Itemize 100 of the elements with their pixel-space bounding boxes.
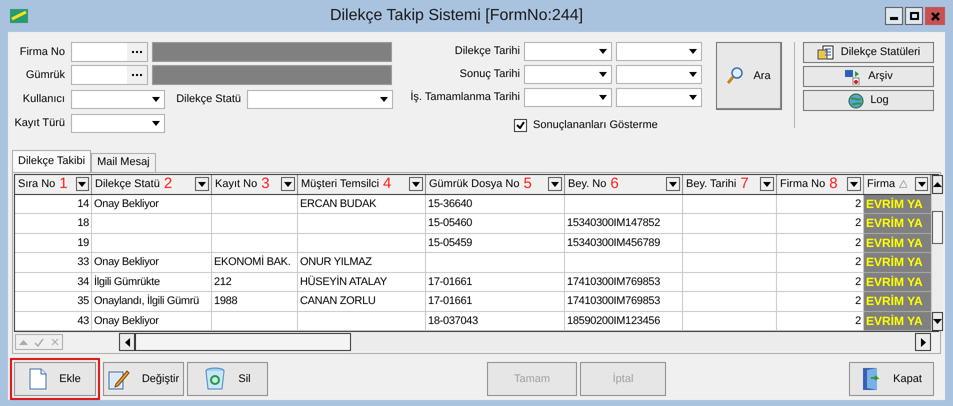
action-button[interactable]: Ekle [14, 362, 96, 396]
table-cell: 17410300IM769853 [565, 292, 683, 312]
toolbar-button[interactable]: Log [803, 90, 934, 111]
scroll-down-button[interactable] [932, 312, 943, 331]
dropdown-field[interactable] [71, 90, 165, 109]
dropdown-arrow-icon[interactable] [689, 49, 697, 54]
column-header[interactable]: Müşteri Temsilci 4 [298, 174, 426, 194]
left-arrow-icon [124, 338, 130, 346]
table-cell: 17-01661 [426, 272, 565, 292]
dropdown-arrow-icon[interactable] [198, 182, 206, 186]
toolbar-button[interactable]: Arşiv [803, 66, 934, 87]
column-header[interactable]: Kayıt No 3 [212, 174, 298, 194]
checkbox-label: Sonuçlananları Gösterme [533, 118, 658, 133]
filter-dropdown-button[interactable] [915, 177, 928, 191]
dropdown-field[interactable] [616, 88, 702, 107]
toolbar-button[interactable]: Dilekçe Statüleri [803, 42, 934, 63]
tab[interactable]: Mail Mesaj [91, 152, 156, 172]
tab[interactable]: Dilekçe Takibi [12, 150, 92, 172]
column-label: Firma [867, 176, 896, 192]
table-cell: 1988 [212, 292, 298, 312]
scroll-thumb[interactable] [932, 210, 943, 244]
column-header[interactable]: Sıra No 1 [15, 174, 92, 194]
checkbox[interactable] [514, 118, 527, 132]
dropdown-arrow-icon[interactable] [284, 182, 292, 186]
dropdown-arrow-icon[interactable] [599, 95, 607, 100]
dropdown-field[interactable] [524, 65, 612, 84]
column-label: Müşteri Temsilci [301, 176, 380, 192]
table-cell: 2 [777, 292, 864, 312]
table-cell: CANAN ZORLU [298, 292, 426, 312]
filter-dropdown-button[interactable] [76, 177, 89, 191]
dropdown-arrow-icon[interactable] [551, 182, 559, 186]
table-cell: 43 [15, 312, 92, 331]
action-button[interactable]: Sil [187, 362, 268, 396]
table-cell: EVRİM YA [864, 234, 931, 253]
annotation-number: 7 [740, 174, 749, 194]
annotation-number: 2 [164, 174, 172, 194]
dropdown-arrow-icon[interactable] [152, 97, 160, 102]
action-button[interactable]: Kapat [849, 362, 934, 396]
lookup-field[interactable] [71, 65, 148, 85]
filter-dropdown-button[interactable] [281, 177, 295, 191]
column-header[interactable]: Gümrük Dosya No 5 [426, 174, 565, 194]
annotation-number: 4 [383, 174, 392, 194]
table-cell: 17410300IM769853 [565, 272, 683, 292]
dropdown-arrow-icon[interactable] [689, 95, 697, 100]
ellipsis-button[interactable] [127, 66, 147, 84]
dropdown-field[interactable] [524, 88, 612, 107]
column-header[interactable]: Firma No 8 [777, 174, 864, 194]
dropdown-field[interactable] [71, 114, 165, 133]
maximize-button[interactable] [905, 7, 923, 25]
search-button[interactable]: Ara [716, 42, 782, 110]
filter-dropdown-button[interactable] [195, 177, 209, 191]
dropdown-arrow-icon[interactable] [689, 72, 697, 77]
table-cell: EVRİM YA [864, 253, 931, 272]
filter-dropdown-button[interactable] [666, 177, 680, 191]
vertical-scrollbar[interactable] [931, 174, 943, 331]
dropdown-arrow-icon[interactable] [599, 72, 607, 77]
minimize-icon [890, 17, 898, 20]
filter-dropdown-button[interactable] [409, 177, 423, 191]
filter-dropdown-button[interactable] [847, 177, 861, 191]
dropdown-field[interactable] [616, 65, 702, 84]
scroll-right-button[interactable] [915, 333, 931, 351]
table-cell: EVRİM YA [864, 272, 931, 292]
dropdown-arrow-icon[interactable] [763, 182, 771, 186]
table-cell: 2 [777, 272, 864, 292]
dropdown-arrow-icon[interactable] [78, 182, 86, 186]
table-cell: 15-05460 [426, 214, 565, 234]
dropdown-arrow-icon[interactable] [918, 182, 926, 186]
column-header[interactable]: Firma [864, 174, 931, 194]
table-cell: 18-037043 [426, 312, 565, 331]
column-header[interactable]: Bey. No 6 [565, 174, 683, 194]
dropdown-arrow-icon[interactable] [669, 182, 677, 186]
action-button[interactable]: Değiştir [103, 362, 184, 396]
table-cell: 34 [15, 272, 92, 292]
dropdown-arrow-icon[interactable] [850, 182, 858, 186]
dropdown-arrow-icon[interactable] [412, 182, 420, 186]
pencil-page-icon [108, 368, 130, 390]
close-button[interactable] [925, 7, 945, 25]
ellipsis-button[interactable] [127, 43, 147, 61]
dropdown-arrow-icon[interactable] [152, 121, 160, 126]
scroll-thumb[interactable] [135, 333, 351, 351]
filter-dropdown-button[interactable] [548, 177, 562, 191]
check-icon[interactable] [34, 338, 44, 346]
scroll-up-button[interactable] [932, 174, 943, 194]
dropdown-field[interactable] [524, 42, 612, 61]
lookup-field[interactable] [71, 42, 148, 62]
table-cell: 35 [15, 292, 92, 312]
dropdown-field[interactable] [247, 90, 393, 109]
scroll-left-button[interactable] [119, 333, 135, 351]
column-header[interactable]: Bey. Tarihi 7 [683, 174, 777, 194]
table-cell: 2 [777, 312, 864, 331]
dropdown-field[interactable] [616, 42, 702, 61]
table-cell: 33 [15, 253, 92, 272]
horizontal-scrollbar[interactable] [119, 333, 931, 351]
dropdown-arrow-icon[interactable] [380, 97, 388, 102]
table-cell: 212 [212, 272, 298, 292]
minimize-button[interactable] [885, 7, 903, 25]
filter-dropdown-button[interactable] [760, 177, 774, 191]
column-header[interactable]: Dilekçe Statü 2 [92, 174, 212, 194]
close-icon [930, 12, 940, 20]
dropdown-arrow-icon[interactable] [599, 49, 607, 54]
